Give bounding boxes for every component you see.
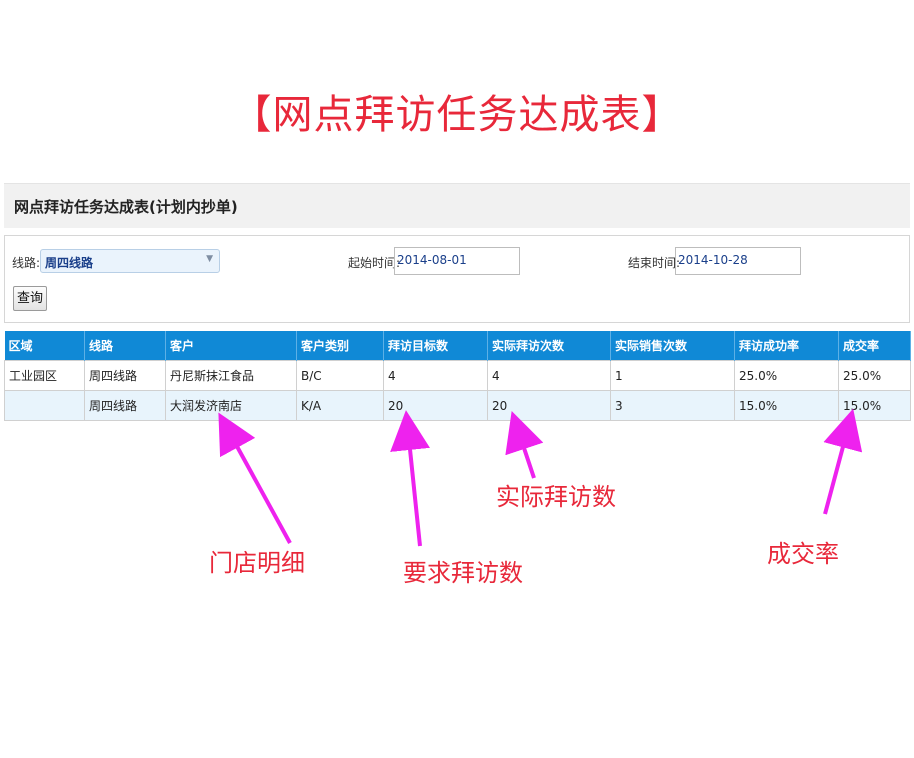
arrow-actual-visits bbox=[505, 411, 544, 479]
annotation-deal-rate: 成交率 bbox=[767, 540, 839, 568]
annotation-arrows bbox=[218, 408, 863, 547]
arrow-required-visits bbox=[390, 410, 430, 547]
arrow-deal-rate bbox=[823, 408, 863, 515]
annotation-required-visits: 要求拜访数 bbox=[403, 559, 523, 587]
annotation-store-detail: 门店明细 bbox=[209, 549, 305, 577]
annotation-actual-visits: 实际拜访数 bbox=[496, 483, 616, 511]
arrow-store-detail bbox=[218, 412, 292, 544]
